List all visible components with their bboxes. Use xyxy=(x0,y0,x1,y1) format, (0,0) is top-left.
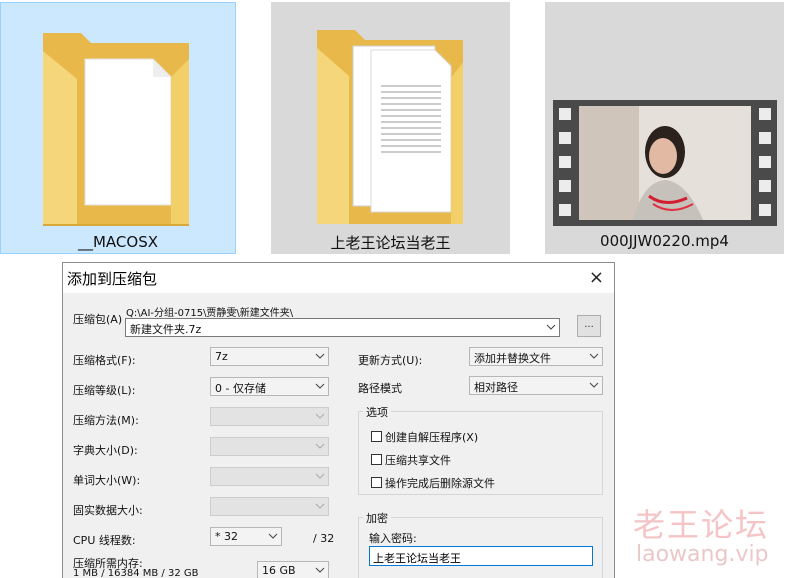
file-tile-macosx[interactable]: __MACOSX xyxy=(0,2,236,254)
chevron-down-icon xyxy=(315,503,325,509)
threads-value: * 32 xyxy=(215,530,238,543)
add-to-archive-dialog: 添加到压缩包 × 压缩包(A) Q:\AI-分组-0715\贾静雯\新建文件夹\… xyxy=(62,262,615,578)
memory-select[interactable]: 16 GB xyxy=(257,561,329,578)
path-mode-value: 相对路径 xyxy=(474,381,518,394)
archive-label: 压缩包(A) xyxy=(73,313,123,326)
file-tile-video[interactable]: 000JJW0220.mp4 xyxy=(545,2,784,254)
encryption-group: 加密 输入密码: 上老王论坛当老王 xyxy=(358,510,603,578)
delete-source-checkbox[interactable] xyxy=(371,477,382,488)
sfx-checkbox[interactable] xyxy=(371,431,382,442)
chevron-down-icon xyxy=(315,443,325,449)
watermark-logo: 老王论坛 xyxy=(633,506,770,544)
archive-name: 新建文件夹.7z xyxy=(130,323,202,336)
update-value: 添加并替换文件 xyxy=(474,352,551,365)
level-value: 0 - 仅存储 xyxy=(215,382,266,395)
options-group: 选项 创建自解压程序(X) 压缩共享文件 操作完成后删除源文件 xyxy=(358,404,603,495)
path-mode-label: 路径模式 xyxy=(358,382,402,395)
format-value: 7z xyxy=(215,350,228,363)
threads-select[interactable]: * 32 xyxy=(210,527,282,546)
browse-button[interactable]: ... xyxy=(577,315,601,337)
dialog-titlebar: 添加到压缩包 × xyxy=(63,263,614,293)
chevron-down-icon xyxy=(589,382,599,388)
delete-source-label: 操作完成后删除源文件 xyxy=(385,477,495,490)
archive-path: Q:\AI-分组-0715\贾静雯\新建文件夹\ xyxy=(126,308,294,319)
memory-detail: 1 MB / 16384 MB / 32 GB xyxy=(73,568,199,578)
word-select[interactable] xyxy=(210,467,329,486)
password-label: 输入密码: xyxy=(369,532,417,545)
chevron-down-icon xyxy=(315,473,325,479)
options-title: 选项 xyxy=(363,404,391,420)
level-select[interactable]: 0 - 仅存储 xyxy=(210,377,329,396)
threads-max: / 32 xyxy=(313,532,335,545)
level-label: 压缩等级(L): xyxy=(73,384,136,397)
solid-select[interactable] xyxy=(210,497,329,516)
sfx-label: 创建自解压程序(X) xyxy=(385,431,479,444)
dialog-title: 添加到压缩包 xyxy=(67,270,158,288)
encryption-title: 加密 xyxy=(363,510,391,526)
password-value: 上老王论坛当老王 xyxy=(373,552,461,565)
watermark-url: laowang.vip xyxy=(636,542,769,567)
shared-label: 压缩共享文件 xyxy=(385,454,451,467)
folder-with-documents-icon xyxy=(317,30,463,224)
update-label: 更新方式(U): xyxy=(358,354,423,367)
file-name: 000JJW0220.mp4 xyxy=(600,232,729,250)
dict-select[interactable] xyxy=(210,437,329,456)
folder-icon xyxy=(43,33,189,226)
chevron-down-icon xyxy=(315,353,325,359)
dict-label: 字典大小(D): xyxy=(73,444,138,457)
file-name: __MACOSX xyxy=(77,233,159,251)
threads-label: CPU 线程数: xyxy=(73,534,136,547)
video-thumbnail xyxy=(553,100,777,226)
chevron-down-icon xyxy=(589,353,599,359)
archive-name-combo[interactable]: 新建文件夹.7z xyxy=(125,318,560,337)
chevron-down-icon xyxy=(268,533,278,539)
chevron-down-icon xyxy=(315,567,325,573)
password-input[interactable]: 上老王论坛当老王 xyxy=(369,546,593,566)
chevron-down-icon xyxy=(315,383,325,389)
method-select[interactable] xyxy=(210,407,329,426)
update-select[interactable]: 添加并替换文件 xyxy=(469,347,603,366)
chevron-down-icon xyxy=(315,413,325,419)
shared-checkbox[interactable] xyxy=(371,454,382,465)
close-icon[interactable]: × xyxy=(589,267,604,288)
file-tile-folder[interactable]: 上老王论坛当老王 xyxy=(271,2,510,254)
file-name: 上老王论坛当老王 xyxy=(330,234,451,252)
format-select[interactable]: 7z xyxy=(210,347,329,366)
method-label: 压缩方法(M): xyxy=(73,414,139,427)
word-label: 单词大小(W): xyxy=(73,474,141,487)
format-label: 压缩格式(F): xyxy=(73,354,136,367)
path-mode-select[interactable]: 相对路径 xyxy=(469,376,603,395)
chevron-down-icon xyxy=(546,324,556,330)
solid-label: 固实数据大小: xyxy=(73,504,143,517)
memory-value: 16 GB xyxy=(262,564,296,577)
